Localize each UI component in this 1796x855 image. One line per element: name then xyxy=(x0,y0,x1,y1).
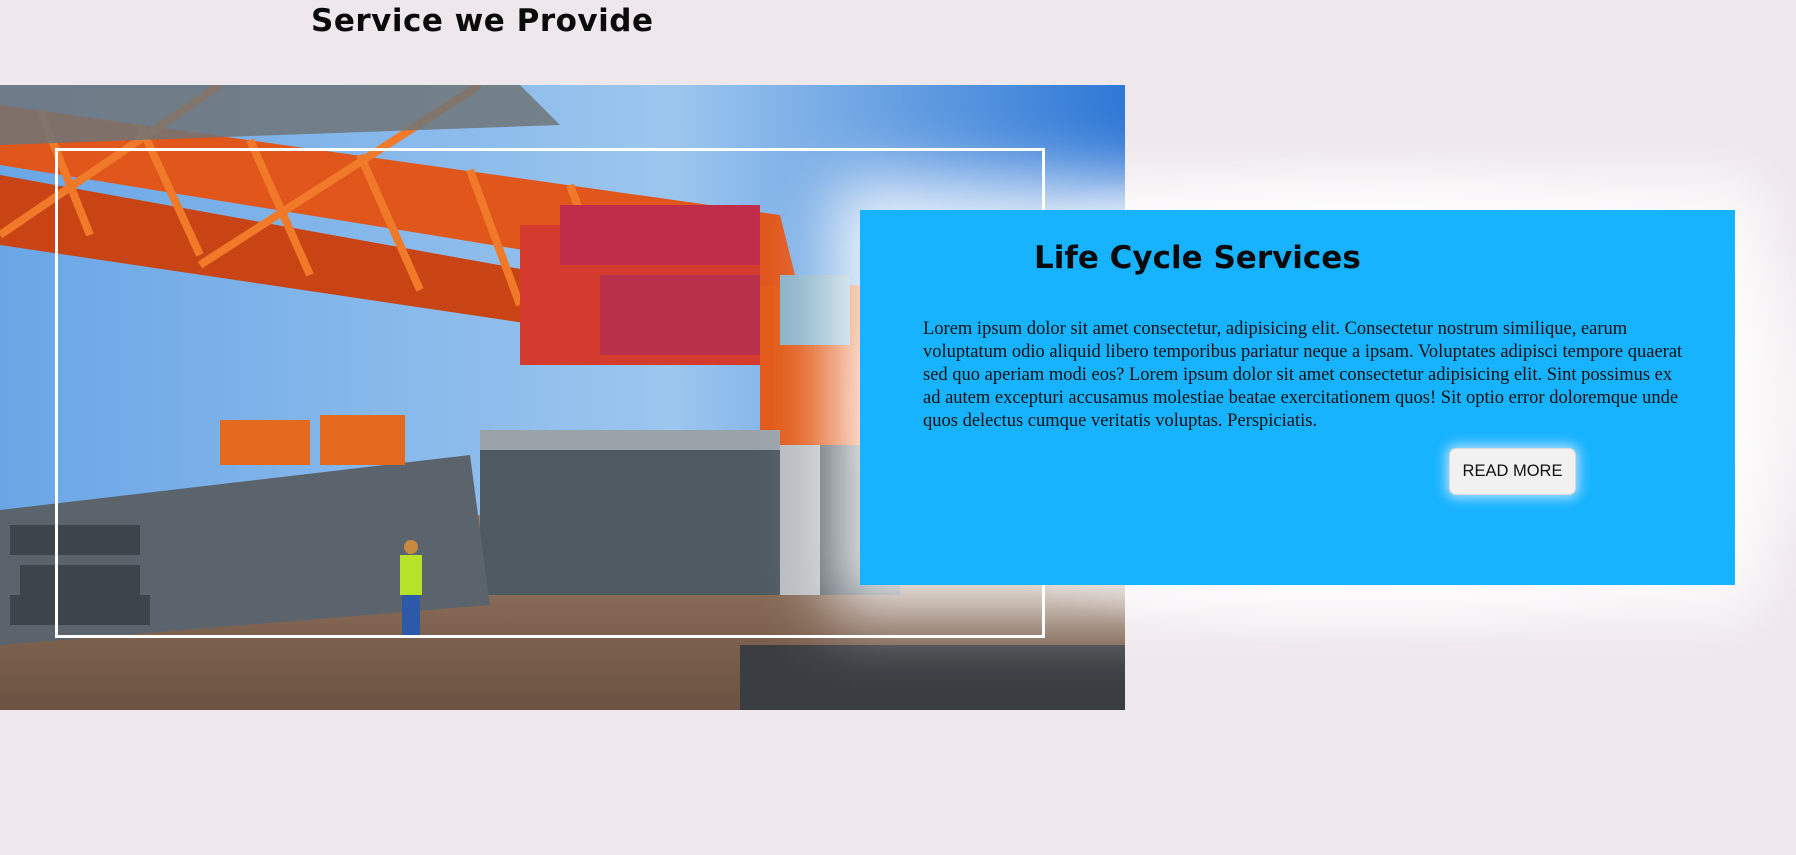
read-more-button[interactable]: READ MORE xyxy=(1449,448,1576,495)
section-title: Service we Provide xyxy=(311,3,654,39)
page: Service we Provide Life Cycle Services L… xyxy=(0,0,1796,855)
card-description: Lorem ipsum dolor sit amet consectetur, … xyxy=(923,319,1683,431)
service-card: Life Cycle Services Lorem ipsum dolor si… xyxy=(860,210,1735,585)
card-title: Life Cycle Services xyxy=(1034,240,1361,276)
